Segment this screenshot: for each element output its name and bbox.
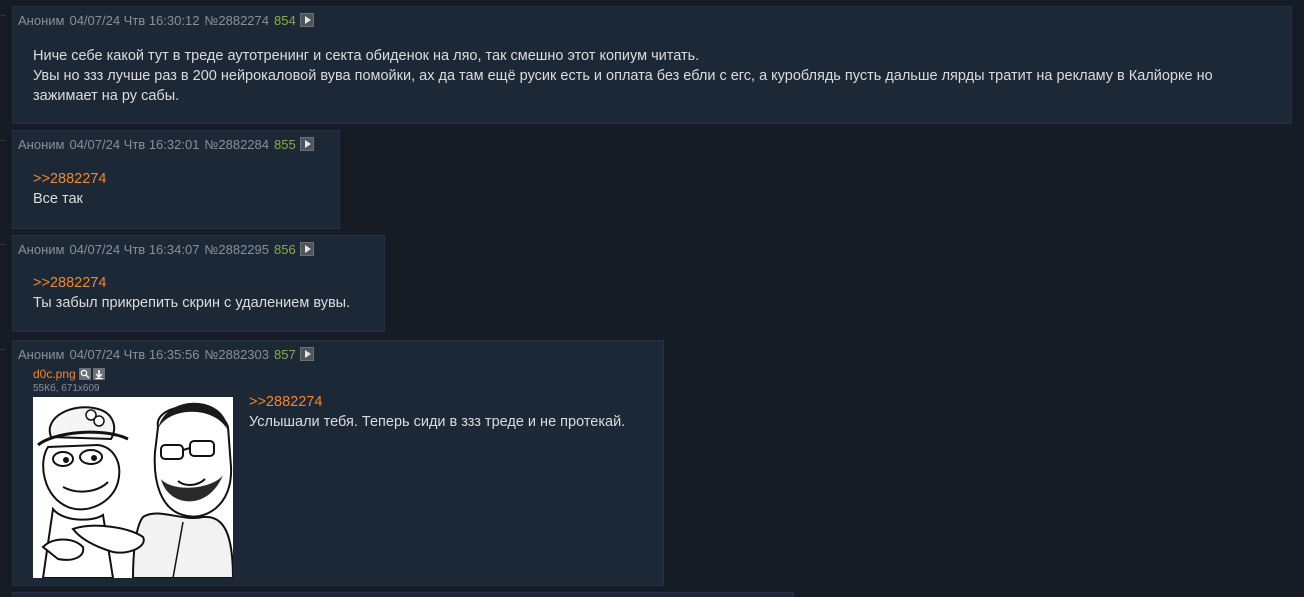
post-header: Аноним 04/07/24 Чтв 16:34:07 №2882295 85… [18, 241, 314, 257]
poster-name: Аноним [18, 12, 65, 28]
message-line: зажимает на ру сабы. [33, 88, 180, 104]
post-date: 04/07/24 Чтв 16:35:56 [69, 346, 200, 362]
post-count: 855 [274, 136, 296, 152]
post-collapse-handle[interactable]: ·· [0, 136, 8, 146]
post-collapse-handle[interactable]: ·· [0, 11, 8, 21]
play-icon[interactable] [299, 137, 314, 151]
post-date: 04/07/24 Чтв 16:34:07 [69, 241, 200, 257]
post: Аноним 04/07/24 Чтв 16:34:07 №2882295 85… [12, 235, 385, 332]
post-header: Аноним 04/07/24 Чтв 16:35:56 №2882303 85… [18, 346, 314, 362]
post-number[interactable]: №2882274 [204, 13, 269, 28]
image-thumbnail[interactable] [33, 397, 233, 578]
post-collapse-handle[interactable]: ·· [0, 240, 8, 250]
post-collapse-handle[interactable]: ·· [0, 345, 8, 355]
message-line: Все так [33, 191, 83, 207]
post-header: Аноним 04/07/24 Чтв 16:32:01 №2882284 85… [18, 136, 314, 152]
file-info: d0c.png 55Кб, 671x609 [33, 367, 107, 395]
post-count: 857 [274, 346, 296, 362]
post-date: 04/07/24 Чтв 16:30:12 [69, 12, 200, 28]
post: Аноним 04/07/24 Чтв 16:35:56 №2882303 85… [12, 340, 664, 586]
play-icon[interactable] [299, 242, 314, 256]
play-icon[interactable] [299, 13, 314, 27]
magnifier-icon[interactable] [78, 368, 91, 380]
file-meta: 55Кб, 671x609 [33, 383, 100, 394]
post-date: 04/07/24 Чтв 16:32:01 [69, 136, 200, 152]
poster-name: Аноним [18, 136, 65, 152]
post-number[interactable]: №2882295 [204, 242, 269, 257]
post-message: >>2882274 Услышали тебя. Теперь сиди в з… [249, 392, 625, 432]
message-line: Ниче себе какой тут в треде аутотренинг … [33, 48, 700, 64]
reply-link[interactable]: >>2882274 [249, 394, 322, 410]
play-icon[interactable] [299, 347, 314, 361]
post: Аноним 04/07/24 Чтв 16:32:01 №2882284 85… [12, 130, 340, 229]
reply-link[interactable]: >>2882274 [33, 275, 106, 291]
post: Аноним 04/07/24 Чтв 16:30:12 №2882274 85… [12, 6, 1292, 124]
post-number[interactable]: №2882284 [204, 137, 269, 152]
file-name-link[interactable]: d0c.png [33, 367, 76, 381]
post [12, 592, 794, 597]
post-message: >>2882274 Все так [33, 169, 106, 209]
post-message: >>2882274 Ты забыл прикрепить скрин с уд… [33, 273, 350, 313]
message-line: Услышали тебя. Теперь сиди в ззз треде и… [249, 414, 626, 430]
post-message: Ниче себе какой тут в треде аутотренинг … [33, 46, 1213, 106]
message-line: Ты забыл прикрепить скрин с удалением ву… [33, 295, 351, 311]
thumbnail-drawing-icon [33, 397, 233, 578]
post-number[interactable]: №2882303 [204, 347, 269, 362]
post-count: 854 [274, 12, 296, 28]
reply-link[interactable]: >>2882274 [33, 171, 106, 187]
poster-name: Аноним [18, 241, 65, 257]
post-header: Аноним 04/07/24 Чтв 16:30:12 №2882274 85… [18, 12, 314, 28]
message-line: Увы но ззз лучше раз в 200 нейрокаловой … [33, 68, 1213, 84]
download-icon[interactable] [92, 368, 105, 380]
thread: ·· Аноним 04/07/24 Чтв 16:30:12 №2882274… [0, 0, 1304, 597]
poster-name: Аноним [18, 346, 65, 362]
post-count: 856 [274, 241, 296, 257]
